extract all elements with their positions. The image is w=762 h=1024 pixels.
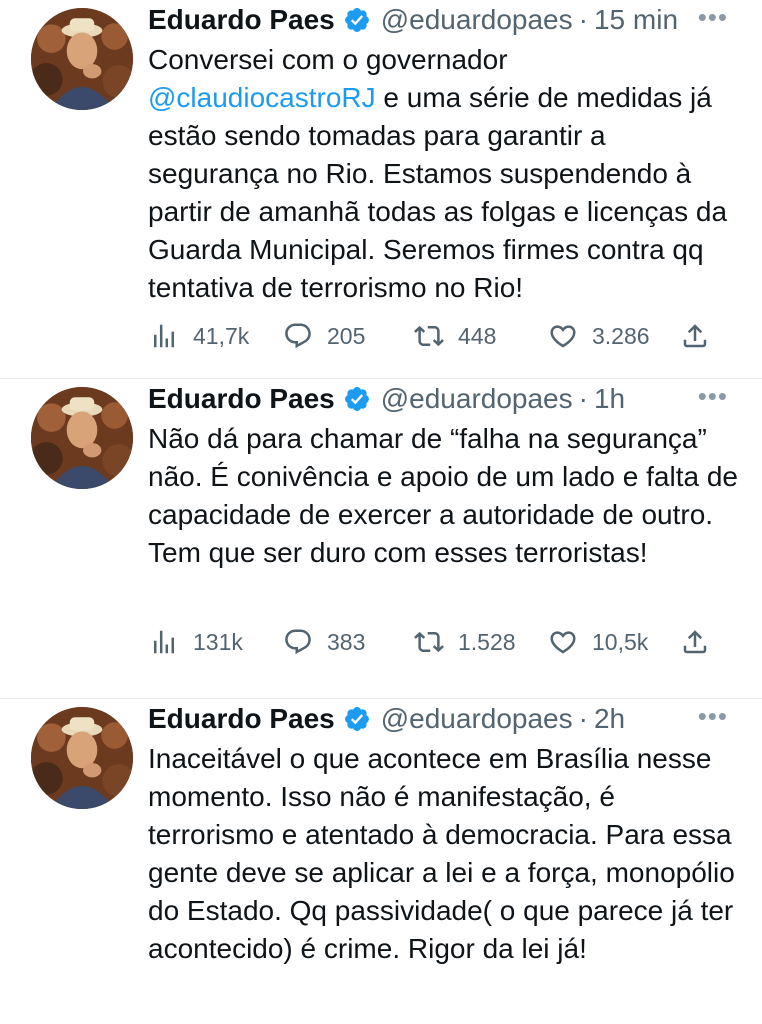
views-count: 131k — [193, 628, 243, 655]
tweet-content: Eduardo Paes @eduardopaes · 15 min ••• C… — [148, 0, 738, 307]
tweet[interactable]: Eduardo Paes @eduardopaes · 2h ••• Inace… — [0, 699, 762, 1024]
reply-count: 205 — [327, 322, 366, 349]
more-icon[interactable]: ••• — [698, 703, 728, 729]
share-icon — [683, 324, 707, 348]
verified-badge-icon — [344, 707, 369, 731]
like-icon — [550, 631, 576, 654]
tweet-content: Eduardo Paes @eduardopaes · 2h ••• Inace… — [148, 699, 738, 968]
tweet-actions: 131k 383 1.528 10,5k — [0, 622, 762, 662]
reply-icon — [285, 629, 311, 655]
share-button[interactable] — [680, 627, 710, 657]
like-count: 3.286 — [592, 322, 650, 349]
author-name[interactable]: Eduardo Paes — [148, 383, 335, 415]
reply-button[interactable]: 205 — [283, 321, 365, 351]
views-icon — [154, 630, 174, 654]
tweet-header: Eduardo Paes @eduardopaes · 15 min — [148, 0, 738, 40]
like-count: 10,5k — [592, 628, 649, 655]
tweet-time[interactable]: 2h — [594, 703, 625, 735]
author-handle[interactable]: @eduardopaes — [381, 383, 573, 415]
retweet-icon — [414, 631, 444, 653]
tweet-header: Eduardo Paes @eduardopaes · 2h — [148, 699, 738, 739]
more-icon[interactable]: ••• — [698, 383, 728, 409]
reply-count: 383 — [327, 628, 366, 655]
tweet-time[interactable]: 15 min — [594, 4, 678, 36]
like-button[interactable]: 3.286 — [548, 321, 650, 351]
share-icon — [683, 630, 707, 654]
tweet-text-part: e uma série de medidas já estão sendo to… — [148, 82, 728, 303]
author-handle[interactable]: @eduardopaes — [381, 703, 573, 735]
views-count: 41,7k — [193, 322, 250, 349]
share-button[interactable] — [680, 321, 710, 351]
tweet-time[interactable]: 1h — [594, 383, 625, 415]
author-handle[interactable]: @eduardopaes — [381, 4, 573, 36]
tweet[interactable]: Eduardo Paes @eduardopaes · 1h ••• Não d… — [0, 379, 762, 699]
tweet-feed: Eduardo Paes @eduardopaes · 15 min ••• C… — [0, 0, 762, 1024]
tweet-content: Eduardo Paes @eduardopaes · 1h ••• Não d… — [148, 379, 738, 572]
separator: · — [578, 383, 588, 414]
retweet-button[interactable]: 448 — [414, 321, 496, 351]
avatar[interactable] — [31, 707, 133, 809]
reply-button[interactable]: 383 — [283, 627, 365, 657]
tweet-text: Inaceitável o que acontece em Brasília n… — [148, 743, 735, 964]
tweet-header: Eduardo Paes @eduardopaes · 1h — [148, 379, 738, 419]
retweet-count: 1.528 — [458, 628, 516, 655]
more-icon[interactable]: ••• — [698, 4, 728, 30]
tweet-text-part: Conversei com o governador — [148, 44, 508, 75]
retweet-button[interactable]: 1.528 — [414, 627, 516, 657]
tweet-actions: 41,7k 205 448 3.286 — [0, 316, 762, 356]
retweet-count: 448 — [458, 322, 497, 349]
avatar[interactable] — [31, 8, 133, 110]
verified-badge-icon — [344, 387, 369, 411]
tweet-text: Conversei com o governador @claudiocastro… — [148, 41, 738, 307]
author-name[interactable]: Eduardo Paes — [148, 703, 335, 735]
like-button[interactable]: 10,5k — [548, 627, 648, 657]
author-name[interactable]: Eduardo Paes — [148, 4, 335, 36]
tweet[interactable]: Eduardo Paes @eduardopaes · 15 min ••• C… — [0, 0, 762, 379]
retweet-icon — [414, 325, 444, 347]
views-button[interactable]: 41,7k — [149, 321, 249, 351]
views-icon — [154, 324, 174, 348]
separator: · — [578, 4, 588, 35]
reply-icon — [285, 323, 311, 349]
like-icon — [550, 325, 576, 348]
views-button[interactable]: 131k — [149, 627, 243, 657]
tweet-text: Não dá para chamar de “falha na seguranç… — [148, 423, 738, 568]
verified-badge-icon — [344, 8, 369, 32]
separator: · — [578, 703, 588, 734]
mention-link[interactable]: @claudiocastroRJ — [148, 82, 376, 113]
avatar[interactable] — [31, 387, 133, 489]
